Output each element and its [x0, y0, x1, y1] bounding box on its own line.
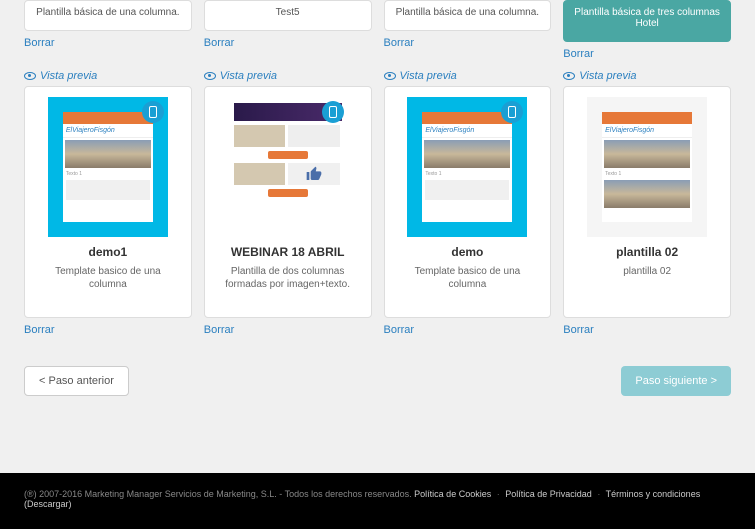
template-description: Plantilla de dos columnas formadas por i… [205, 265, 371, 301]
delete-link[interactable]: Borrar [204, 324, 235, 336]
template-title: demo [385, 245, 551, 259]
template-title: demo1 [25, 245, 191, 259]
template-partial-card[interactable]: Test5 [204, 0, 372, 31]
template-card[interactable]: ElViajeroFisgónTexto 1 plantilla 02 planti… [563, 86, 731, 318]
template-partial-card[interactable]: Plantilla básica de una columna. [384, 0, 552, 31]
top-card-group: Plantilla básica de una columna. Borrar [24, 0, 192, 62]
preview-link[interactable]: Vista previa [384, 70, 552, 82]
preview-link[interactable]: Vista previa [24, 70, 192, 82]
delete-link[interactable]: Borrar [204, 37, 235, 49]
delete-link[interactable]: Borrar [563, 324, 594, 336]
nav-buttons: < Paso anterior Paso siguiente > [24, 346, 731, 410]
privacy-link[interactable]: Política de Privacidad [505, 489, 592, 499]
thumb-logo: ElViajeroFisgón [422, 124, 512, 138]
delete-link[interactable]: Borrar [24, 37, 55, 49]
phone-icon [149, 106, 157, 118]
phone-badge [322, 101, 344, 123]
next-step-button[interactable]: Paso siguiente > [621, 366, 731, 396]
thumb-logo: ElViajeroFisgón [602, 124, 692, 138]
footer: (®) 2007-2016 Marketing Manager Servicio… [0, 473, 755, 529]
template-partial-card[interactable]: Plantilla básica de tres columnas Hotel [563, 0, 731, 42]
eye-icon [384, 72, 396, 80]
thumbs-up-icon [306, 166, 322, 182]
template-title: WEBINAR 18 ABRIL [205, 245, 371, 259]
eye-icon [204, 72, 216, 80]
template-thumbnail: ElViajeroFisgónTexto 1 [407, 97, 527, 237]
template-thumbnail [228, 97, 348, 237]
top-card-group: Plantilla básica de tres columnas Hotel B… [563, 0, 731, 62]
delete-link[interactable]: Borrar [384, 37, 415, 49]
template-description: plantilla 02 [564, 265, 730, 288]
preview-label: Vista previa [579, 70, 636, 82]
phone-icon [508, 106, 516, 118]
template-description: Template basico de una columna [25, 265, 191, 301]
template-partial-card[interactable]: Plantilla básica de una columna. [24, 0, 192, 31]
prev-step-button[interactable]: < Paso anterior [24, 366, 129, 396]
preview-label: Vista previa [220, 70, 277, 82]
template-card[interactable]: WEBINAR 18 ABRIL Plantilla de dos columna… [204, 86, 372, 318]
preview-label: Vista previa [40, 70, 97, 82]
preview-link[interactable]: Vista previa [204, 70, 372, 82]
copyright-text: (®) 2007-2016 Marketing Manager Servicio… [24, 489, 412, 499]
phone-badge [142, 101, 164, 123]
template-card[interactable]: ElViajeroFisgónTexto 1 demo Template basic… [384, 86, 552, 318]
template-title: plantilla 02 [564, 245, 730, 259]
top-template-row: Plantilla básica de una columna.BorrarTe… [24, 0, 731, 62]
phone-badge [501, 101, 523, 123]
thumb-logo: ElViajeroFisgón [63, 124, 153, 138]
cookies-link[interactable]: Política de Cookies [414, 489, 491, 499]
template-description: Template basico de una columna [385, 265, 551, 301]
template-thumbnail: ElViajeroFisgónTexto 1 [48, 97, 168, 237]
preview-link[interactable]: Vista previa [563, 70, 731, 82]
top-card-group: Test5 Borrar [204, 0, 372, 62]
delete-link[interactable]: Borrar [384, 324, 415, 336]
template-card-group: Vista previa ElViajeroFisgónTexto 1 demo1 T… [24, 70, 192, 338]
preview-label: Vista previa [400, 70, 457, 82]
template-thumbnail: ElViajeroFisgónTexto 1 [587, 97, 707, 237]
delete-link[interactable]: Borrar [563, 48, 594, 60]
eye-icon [24, 72, 36, 80]
template-grid: Vista previa ElViajeroFisgónTexto 1 demo1 T… [24, 70, 731, 338]
template-card[interactable]: ElViajeroFisgónTexto 1 demo1 Template basi… [24, 86, 192, 318]
template-card-group: Vista previa ElViajeroFisgónTexto 1 demo Te… [384, 70, 552, 338]
delete-link[interactable]: Borrar [24, 324, 55, 336]
eye-icon [563, 72, 575, 80]
template-card-group: Vista previa ElViajeroFisgónTexto 1 planti… [563, 70, 731, 338]
top-card-group: Plantilla básica de una columna. Borrar [384, 0, 552, 62]
phone-icon [329, 106, 337, 118]
template-card-group: Vista previa WEBINAR 18 ABRIL Plantilla de… [204, 70, 372, 338]
